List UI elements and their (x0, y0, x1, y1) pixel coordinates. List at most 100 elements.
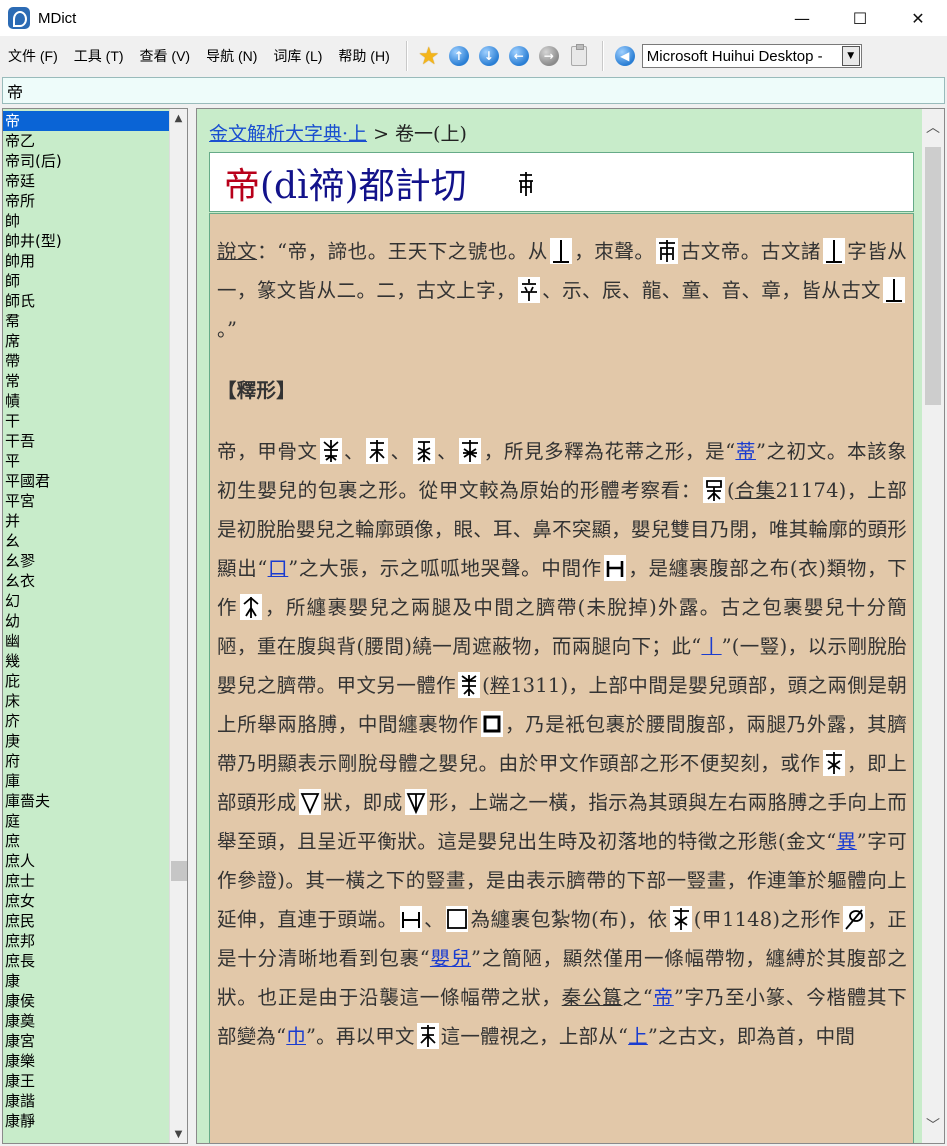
word-list-item[interactable]: 幺衣 (3, 571, 169, 591)
word-list-item[interactable]: 康樂 (3, 1051, 169, 1071)
word-list-item[interactable]: 平 (3, 451, 169, 471)
scroll-down-icon[interactable]: ▼ (170, 1125, 187, 1143)
oracle-glyph-icon (458, 672, 481, 698)
band-glyph-icon (842, 906, 865, 932)
word-list-item[interactable]: 干吾 (3, 431, 169, 451)
word-list-scrollbar[interactable]: ▲ ▼ (169, 109, 187, 1143)
word-list-item[interactable]: 幻 (3, 591, 169, 611)
word-list-item[interactable]: 帝司(后) (3, 151, 169, 171)
dictionary-select[interactable]: Microsoft Huihui Desktop - ▼ (641, 44, 862, 68)
speak-button[interactable]: ◀ (611, 42, 639, 70)
word-list-item[interactable]: 府 (3, 751, 169, 771)
link-di2[interactable]: 帝 (653, 986, 674, 1009)
wrap-glyph-icon (603, 555, 626, 581)
word-list-item[interactable]: 庶女 (3, 891, 169, 911)
close-button[interactable]: ✕ (889, 0, 947, 36)
favorite-button[interactable]: ★ (415, 42, 443, 70)
scroll-thumb[interactable] (171, 861, 187, 881)
word-list-item[interactable]: 帝乙 (3, 131, 169, 151)
word-list-item[interactable]: 常 (3, 371, 169, 391)
menu-tools[interactable]: 工具 (T) (66, 46, 132, 66)
search-input[interactable]: 帝 (2, 77, 945, 104)
word-list-item[interactable]: 康侯 (3, 991, 169, 1011)
word-list-item[interactable]: 庫 (3, 771, 169, 791)
scroll-thumb[interactable] (925, 147, 941, 405)
link-gun[interactable]: 丨 (701, 635, 721, 658)
menu-view[interactable]: 查看 (V) (132, 46, 199, 66)
word-list-item[interactable]: 庫嗇夫 (3, 791, 169, 811)
word-list-item[interactable]: 幺翏 (3, 551, 169, 571)
word-list-item[interactable]: 席 (3, 331, 169, 351)
word-list-item[interactable]: 庎 (3, 711, 169, 731)
link-shang[interactable]: 上 (628, 1025, 648, 1048)
chevron-down-icon[interactable]: ▼ (841, 46, 860, 66)
word-list-item[interactable]: 康王 (3, 1071, 169, 1091)
maximize-button[interactable]: ☐ (831, 0, 889, 36)
entry-scrollbar[interactable]: ︿ ﹀ (922, 109, 944, 1143)
word-list-item[interactable]: 庚 (3, 731, 169, 751)
word-list-item[interactable]: 幽 (3, 631, 169, 651)
ancient-glyph-icon (656, 238, 679, 264)
prev-entry-button[interactable]: ↑ (445, 42, 473, 70)
word-list-item[interactable]: 康 (3, 971, 169, 991)
word-list-item[interactable]: 帥井(型) (3, 231, 169, 251)
word-list-item[interactable]: 帝 (3, 111, 169, 131)
link-kou[interactable]: 口 (268, 557, 289, 580)
breadcrumb-link[interactable]: 金文解析大字典·上 (209, 123, 367, 145)
word-list-item[interactable]: 庭 (3, 811, 169, 831)
word-list-item[interactable]: 幘 (3, 391, 169, 411)
word-list-item[interactable]: 帝所 (3, 191, 169, 211)
word-list-item[interactable]: 帝廷 (3, 171, 169, 191)
menu-navigate[interactable]: 导航 (N) (198, 46, 265, 66)
scroll-up-icon[interactable]: ▲ (170, 109, 187, 127)
word-list-item[interactable]: 康奠 (3, 1011, 169, 1031)
word-list-item[interactable]: 庶人 (3, 851, 169, 871)
word-list-item[interactable]: 康靜 (3, 1111, 169, 1131)
word-list[interactable]: 帝帝乙 帝司(后) 帝廷 帝所帥帥井(型) 帥用師師氏帬席帶常幘干干吾平平國君 平宮并幺幺… (2, 108, 188, 1144)
word-list-item[interactable]: 幼 (3, 611, 169, 631)
word-list-item[interactable]: 帥 (3, 211, 169, 231)
back-button[interactable]: ← (505, 42, 533, 70)
title-bar: MDict — ☐ ✕ (0, 0, 947, 36)
ancient-glyph-icon (549, 238, 572, 264)
minimize-button[interactable]: — (773, 0, 831, 36)
word-list-item[interactable]: 庶 (3, 831, 169, 851)
box-glyph-icon (446, 906, 469, 932)
word-list-item[interactable]: 庶邦 (3, 931, 169, 951)
next-entry-button[interactable]: ↓ (475, 42, 503, 70)
word-list-item[interactable]: 幺 (3, 531, 169, 551)
word-list-item[interactable]: 康諧 (3, 1091, 169, 1111)
headword-pronunciation: (dì禘)都計切 (260, 166, 467, 207)
word-list-item[interactable]: 平宮 (3, 491, 169, 511)
word-list-item[interactable]: 師氏 (3, 291, 169, 311)
word-list-item[interactable]: 并 (3, 511, 169, 531)
menu-dictionary[interactable]: 词库 (L) (265, 46, 330, 66)
copy-button[interactable] (565, 42, 593, 70)
link-yi[interactable]: 異 (836, 830, 856, 853)
word-list-item[interactable]: 庶士 (3, 871, 169, 891)
scroll-down-icon[interactable]: ﹀ (922, 1115, 944, 1135)
word-list-item[interactable]: 平國君 (3, 471, 169, 491)
text-run: 甲1148)之形作 (701, 908, 841, 931)
scroll-up-icon[interactable]: ︿ (922, 117, 944, 137)
word-list-item[interactable]: 帬 (3, 311, 169, 331)
word-list-item[interactable]: 干 (3, 411, 169, 431)
oracle-glyph-icon (412, 438, 435, 464)
word-list-item[interactable]: 幾 (3, 651, 169, 671)
wrap-glyph-icon (399, 906, 422, 932)
link-jin[interactable]: 巾 (286, 1025, 306, 1048)
word-list-item[interactable]: 床 (3, 691, 169, 711)
word-list-item[interactable]: 康宮 (3, 1031, 169, 1051)
box-glyph-icon (480, 711, 503, 737)
menu-help[interactable]: 帮助 (H) (330, 46, 397, 66)
word-list-item[interactable]: 師 (3, 271, 169, 291)
link-di[interactable]: 蒂 (735, 440, 756, 463)
menu-file[interactable]: 文件 (F) (0, 46, 66, 66)
word-list-item[interactable]: 庶民 (3, 911, 169, 931)
word-list-item[interactable]: 帥用 (3, 251, 169, 271)
word-list-item[interactable]: 帶 (3, 351, 169, 371)
link-yinger[interactable]: 嬰兒 (430, 947, 471, 970)
word-list-item[interactable]: 庶長 (3, 951, 169, 971)
word-list-item[interactable]: 庇 (3, 671, 169, 691)
forward-button[interactable]: → (535, 42, 563, 70)
